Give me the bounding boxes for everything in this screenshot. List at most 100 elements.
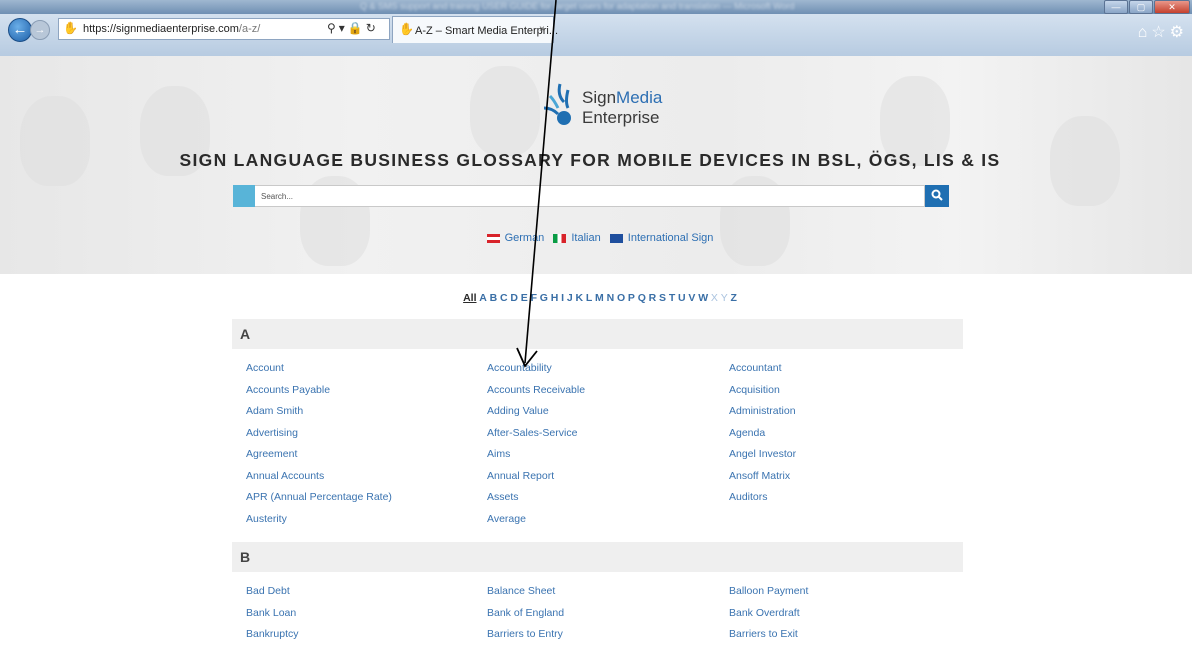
glossary-term-link[interactable]: Agenda [729,427,765,439]
alphabet-letter-t[interactable]: T [669,292,675,304]
section-heading-b: B [232,542,963,572]
international-sign-flag-icon [609,233,623,243]
glossary-term-link[interactable]: APR (Annual Percentage Rate) [246,491,392,503]
magnifier-icon [931,189,943,201]
glossary-term-link[interactable]: Austerity [246,513,287,525]
alphabet-letter-g[interactable]: G [540,292,548,304]
glossary-term-link[interactable]: Bank of England [487,607,564,619]
glossary-term-link[interactable]: Balance Sheet [487,585,555,597]
glossary-term-link[interactable]: Agreement [246,448,297,460]
alphabet-letter-x: X [710,292,718,304]
glossary-term-link[interactable]: Administration [729,405,796,417]
alphabet-letter-v[interactable]: V [688,292,695,304]
browser-toolbar-icons: ⌂☆⚙ [1138,22,1188,42]
glossary-term-link[interactable]: Auditors [729,491,768,503]
favorites-star-icon[interactable]: ☆ [1151,24,1169,41]
alphabet-letter-c[interactable]: C [500,292,508,304]
glossary-term-link[interactable]: Bad Debt [246,585,290,597]
glossary-term-link[interactable]: Accountant [729,362,782,374]
glossary-term-link[interactable]: Accounts Receivable [487,384,585,396]
forward-button[interactable]: → [30,20,50,40]
home-icon[interactable]: ⌂ [1138,24,1152,41]
page-headline: SIGN LANGUAGE BUSINESS GLOSSARY FOR MOBI… [179,150,1001,170]
glossary-term-link[interactable]: Account [246,362,284,374]
glossary-term-link[interactable]: Annual Accounts [246,470,324,482]
glossary-term-link[interactable]: Ansoff Matrix [729,470,790,482]
alphabet-letter-f[interactable]: F [531,292,537,304]
search-icon[interactable]: ⚲ [327,21,339,35]
alphabet-letter-p[interactable]: P [628,292,635,304]
language-link-international-sign[interactable]: International Sign [609,232,714,244]
address-bar-actions: ⚲▾🔒↻ [327,21,379,35]
glossary-term-link[interactable]: Bank Overdraft [729,607,800,619]
glossary-term-link[interactable]: Bankruptcy [246,628,299,640]
alphabet-letter-w[interactable]: W [698,292,708,304]
glossary-term-link[interactable]: Barriers to Exit [729,628,798,640]
tab-favicon-icon: ✋ [399,22,414,36]
glossary-term-link[interactable]: After-Sales-Service [487,427,577,439]
glossary-term-link[interactable]: Accountability [487,362,552,374]
alphabet-letter-b[interactable]: B [490,292,498,304]
alphabet-letter-s[interactable]: S [659,292,666,304]
glossary-term-link[interactable]: Angel Investor [729,448,796,460]
alphabet-letter-q[interactable]: Q [638,292,646,304]
alphabet-letter-a[interactable]: A [479,292,487,304]
maximize-button[interactable]: ▢ [1129,0,1153,14]
language-link-german[interactable]: German [486,232,544,244]
logo-enterprise-text: Enterprise [582,108,660,127]
back-button[interactable]: ← [8,18,32,42]
glossary-term-link[interactable]: Acquisition [729,384,780,396]
alphabet-letter-l[interactable]: L [586,292,592,304]
hero-banner: SignMedia Enterprise SIGN LANGUAGE BUSIN… [0,56,1192,274]
refresh-icon[interactable]: ↻ [366,21,379,35]
alphabet-letter-r[interactable]: R [649,292,657,304]
glossary-term-link[interactable]: Balloon Payment [729,585,808,597]
back-arrow-icon: ← [12,21,28,38]
alphabet-letter-m[interactable]: M [595,292,604,304]
glossary-term-link[interactable]: Aims [487,448,510,460]
site-logo[interactable]: SignMedia Enterprise [540,78,680,138]
language-label: International Sign [627,232,714,244]
settings-gear-icon[interactable]: ⚙ [1170,24,1188,41]
italy-flag-icon [553,233,567,243]
glossary-term-link[interactable]: Adding Value [487,405,549,417]
glossary-term-link[interactable]: Barriers to Entry [487,628,563,640]
alphabet-letter-k[interactable]: K [575,292,583,304]
tab-close-icon[interactable]: × [539,24,545,35]
language-label: Italian [571,232,601,244]
search-button[interactable] [925,185,949,207]
lock-icon: 🔒 [347,21,366,35]
glossary-term-link[interactable]: Assets [487,491,519,503]
alphabet-letter-z[interactable]: Z [730,292,736,304]
glossary-term-link[interactable]: Adam Smith [246,405,303,417]
address-url[interactable]: https://signmediaenterprise.com/a-z/ [83,23,260,35]
section-heading-a: A [232,319,963,349]
address-bar[interactable]: ✋ https://signmediaenterprise.com/a-z/ ⚲… [58,18,390,40]
glossary-term-link[interactable]: Accounts Payable [246,384,330,396]
background-portrait [470,66,540,156]
minimize-button[interactable]: — [1104,0,1128,14]
glossary-term-link[interactable]: Average [487,513,526,525]
alphabet-letter-o[interactable]: O [617,292,625,304]
search-input[interactable] [255,185,925,207]
alphabet-letter-y: Y [720,292,728,304]
alphabet-letter-d[interactable]: D [510,292,518,304]
browser-tab[interactable]: ✋ A-Z – Smart Media Enterpri... × [392,16,558,43]
alphabet-all-link[interactable]: All [463,292,476,304]
alphabet-letter-h[interactable]: H [551,292,559,304]
tab-title: A-Z – Smart Media Enterpri... [415,25,559,37]
alphabet-letter-u[interactable]: U [678,292,686,304]
search-bar [233,185,949,207]
window-title: Q & SMS support and training USER GUIDE … [360,1,795,11]
close-window-button[interactable]: ✕ [1154,0,1190,14]
alphabet-letter-i[interactable]: I [561,292,564,304]
glossary-term-link[interactable]: Bank Loan [246,607,296,619]
glossary-term-link[interactable]: Advertising [246,427,298,439]
alphabet-letter-e[interactable]: E [521,292,528,304]
alphabet-letter-n[interactable]: N [607,292,615,304]
language-link-italian[interactable]: Italian [553,232,601,244]
alphabet-letter-j[interactable]: J [567,292,573,304]
glossary-term-link[interactable]: Annual Report [487,470,554,482]
browser-navbar: ← → ✋ https://signmediaenterprise.com/a-… [0,14,1192,56]
dropdown-icon[interactable]: ▾ [339,21,348,35]
